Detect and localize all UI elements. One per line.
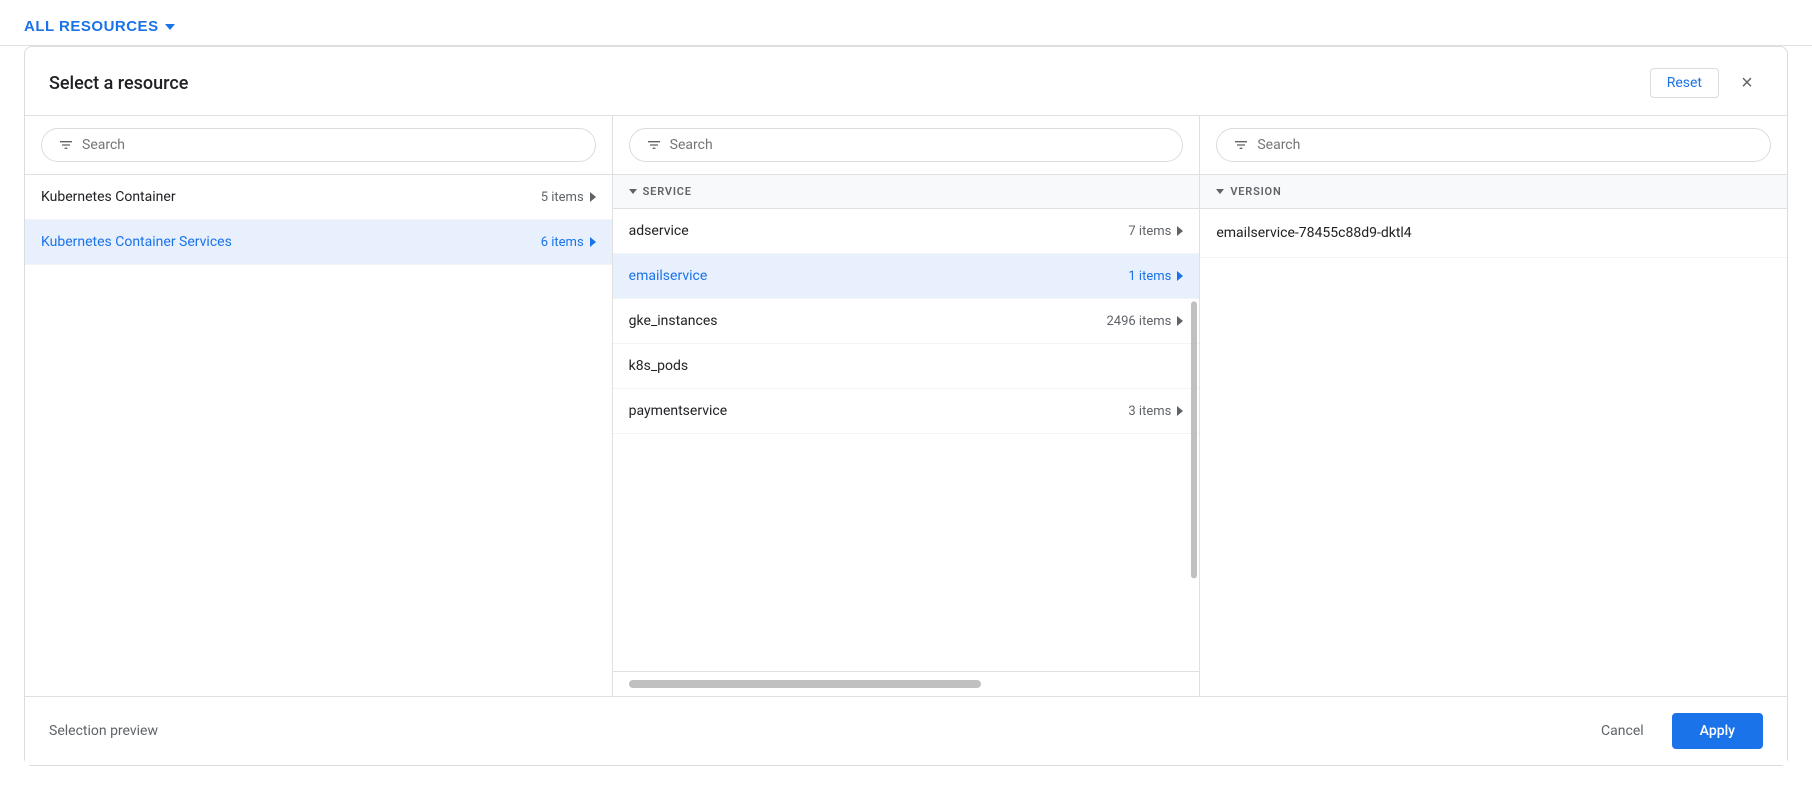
item-name: adservice [629, 223, 689, 239]
chevron-right-icon [1177, 406, 1183, 416]
dialog-header: Select a resource Reset × [25, 47, 1787, 116]
section-header-label: VERSION [1230, 185, 1281, 198]
selection-preview-label: Selection preview [49, 723, 158, 739]
list-item[interactable]: emailservice 1 items [613, 254, 1200, 299]
chevron-right-icon [590, 237, 596, 247]
col3-section-header: VERSION [1200, 175, 1787, 209]
list-item[interactable]: adservice 7 items [613, 209, 1200, 254]
filter-icon-col2 [646, 137, 662, 153]
list-item[interactable]: gke_instances 2496 items [613, 299, 1200, 344]
item-meta: 2496 items [1106, 314, 1183, 329]
col3-search-box [1200, 116, 1787, 175]
item-meta: 6 items [541, 235, 596, 250]
col3-search-input[interactable] [1257, 137, 1754, 153]
col2-section-header: SERVICE [613, 175, 1200, 209]
item-meta: 7 items [1128, 224, 1183, 239]
all-resources-button[interactable]: ALL RESOURCES [24, 18, 175, 35]
item-name: Kubernetes Container [41, 189, 176, 205]
dialog-footer: Selection preview Cancel Apply [25, 696, 1787, 765]
column-3: VERSION emailservice-78455c88d9-dktl4 [1200, 116, 1787, 696]
item-meta: 1 items [1128, 269, 1183, 284]
resource-dialog: Select a resource Reset × Kubernetes Con… [24, 46, 1788, 766]
filter-icon-col1 [58, 137, 74, 153]
dialog-header-actions: Reset × [1650, 67, 1763, 99]
item-count: 3 items [1128, 404, 1171, 419]
version-name: emailservice-78455c88d9-dktl4 [1216, 225, 1411, 241]
item-name: k8s_pods [629, 358, 688, 374]
chevron-right-icon [1177, 226, 1183, 236]
item-count: 5 items [541, 190, 584, 205]
scrollbar-thumb[interactable] [1191, 301, 1197, 578]
chevron-down-icon [165, 24, 175, 30]
chevron-right-icon [1177, 316, 1183, 326]
col1-search-box [25, 116, 612, 175]
item-count: 6 items [541, 235, 584, 250]
list-item[interactable]: Kubernetes Container 5 items [25, 175, 612, 220]
section-chevron-icon [1216, 189, 1224, 194]
list-item[interactable]: k8s_pods [613, 344, 1200, 389]
chevron-right-icon [1177, 271, 1183, 281]
cancel-button[interactable]: Cancel [1585, 715, 1660, 747]
apply-button[interactable]: Apply [1672, 713, 1763, 749]
column-1: Kubernetes Container 5 items Kubernetes … [25, 116, 613, 696]
version-item[interactable]: emailservice-78455c88d9-dktl4 [1200, 209, 1787, 258]
dialog-title: Select a resource [49, 73, 188, 94]
col1-search-wrap[interactable] [41, 128, 596, 162]
filter-icon-col3 [1233, 137, 1249, 153]
horizontal-scrollbar[interactable] [629, 680, 981, 688]
col1-search-input[interactable] [82, 137, 579, 153]
reset-button[interactable]: Reset [1650, 68, 1719, 98]
col1-list: Kubernetes Container 5 items Kubernetes … [25, 175, 612, 696]
all-resources-label: ALL RESOURCES [24, 18, 159, 35]
horizontal-scrollbar-area [613, 671, 1200, 696]
close-button[interactable]: × [1731, 67, 1763, 99]
item-count: 7 items [1128, 224, 1171, 239]
item-count: 1 items [1128, 269, 1171, 284]
item-name: emailservice [629, 268, 708, 284]
item-name: Kubernetes Container Services [41, 234, 232, 250]
chevron-right-icon [590, 192, 596, 202]
list-item[interactable]: Kubernetes Container Services 6 items [25, 220, 612, 265]
item-count: 2496 items [1106, 314, 1171, 329]
section-chevron-icon [629, 189, 637, 194]
col2-search-wrap[interactable] [629, 128, 1184, 162]
item-meta: 3 items [1128, 404, 1183, 419]
col2-search-input[interactable] [670, 137, 1167, 153]
column-2: SERVICE adservice 7 items emailservice 1… [613, 116, 1201, 696]
columns-area: Kubernetes Container 5 items Kubernetes … [25, 116, 1787, 696]
col3-search-wrap[interactable] [1216, 128, 1771, 162]
section-header-label: SERVICE [643, 185, 692, 198]
item-meta: 5 items [541, 190, 596, 205]
col2-list: adservice 7 items emailservice 1 items [613, 209, 1200, 671]
item-name: paymentservice [629, 403, 727, 419]
item-name: gke_instances [629, 313, 718, 329]
col3-list: emailservice-78455c88d9-dktl4 [1200, 209, 1787, 696]
col2-search-box [613, 116, 1200, 175]
footer-actions: Cancel Apply [1585, 713, 1763, 749]
list-item[interactable]: paymentservice 3 items [613, 389, 1200, 434]
